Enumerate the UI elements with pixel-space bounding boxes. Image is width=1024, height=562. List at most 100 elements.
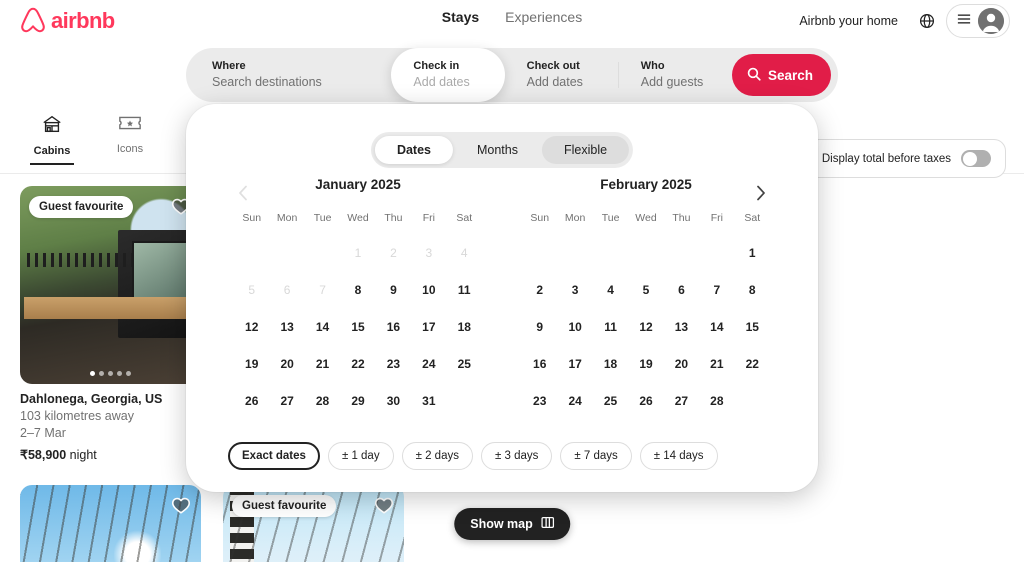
- calendar-day[interactable]: 3: [557, 271, 592, 308]
- search-checkin-field[interactable]: Check in Add dates: [391, 48, 505, 102]
- listing-photo[interactable]: Guest favourite: [223, 485, 404, 562]
- calendar-day[interactable]: 11: [447, 271, 482, 308]
- calendar-day[interactable]: 1: [735, 234, 770, 271]
- airbnb-search-page: Guest favourite Dahlonega, Georgia, US 103…: [0, 0, 1024, 562]
- calendar-day[interactable]: 23: [522, 382, 557, 419]
- calendar-day[interactable]: 6: [664, 271, 699, 308]
- calendar-day[interactable]: 23: [376, 345, 411, 382]
- calendar-day[interactable]: 4: [593, 271, 628, 308]
- calendar-day[interactable]: 18: [593, 345, 628, 382]
- calendar-day[interactable]: 24: [557, 382, 592, 419]
- calendar-day[interactable]: 13: [269, 308, 304, 345]
- calendar-day[interactable]: 8: [735, 271, 770, 308]
- calendar-day[interactable]: 11: [593, 308, 628, 345]
- calendar-day[interactable]: 19: [234, 345, 269, 382]
- calendar-day[interactable]: 2: [522, 271, 557, 308]
- profile-menu-button[interactable]: [946, 4, 1010, 38]
- airbnb-your-home-link[interactable]: Airbnb your home: [789, 6, 908, 36]
- calendar-day[interactable]: 12: [234, 308, 269, 345]
- calendar-day[interactable]: 10: [411, 271, 446, 308]
- carousel-dot[interactable]: [108, 371, 113, 376]
- calendar-day[interactable]: 22: [340, 345, 375, 382]
- calendar-day[interactable]: 13: [664, 308, 699, 345]
- calendar-day[interactable]: 29: [340, 382, 375, 419]
- calendar-day[interactable]: 17: [411, 308, 446, 345]
- calendar-day[interactable]: 27: [269, 382, 304, 419]
- calendar-day[interactable]: 21: [699, 345, 734, 382]
- calendar-day[interactable]: 10: [557, 308, 592, 345]
- weekday-wed: Wed: [635, 212, 657, 224]
- carousel-dot[interactable]: [99, 371, 104, 376]
- calendar-day-grid: 1 2 3 4 5 6 7 8 9 10 11 12 13 14 15 16 17 18 19 20 21 22 23 24 2…: [234, 234, 482, 419]
- category-label: Cabins: [33, 145, 71, 157]
- calendar-day[interactable]: 15: [735, 308, 770, 345]
- calendar-day[interactable]: 14: [699, 308, 734, 345]
- tab-dates[interactable]: Dates: [374, 136, 453, 164]
- calendar-day[interactable]: 17: [557, 345, 592, 382]
- tab-months[interactable]: Months: [455, 136, 540, 164]
- carousel-dot[interactable]: [126, 371, 131, 376]
- favourite-heart-icon[interactable]: [170, 494, 192, 516]
- calendar-day[interactable]: 14: [305, 308, 340, 345]
- calendar-day[interactable]: 27: [664, 382, 699, 419]
- carousel-dot[interactable]: [117, 371, 122, 376]
- flex-chip-0[interactable]: Exact dates: [228, 442, 320, 470]
- calendar-day[interactable]: 16: [522, 345, 557, 382]
- calendar-day[interactable]: 25: [447, 345, 482, 382]
- search-button[interactable]: Search: [731, 54, 831, 96]
- category-icons[interactable]: Icons: [108, 113, 152, 165]
- favourite-heart-icon[interactable]: [373, 494, 395, 516]
- search-checkout-field[interactable]: Check out Add dates: [505, 48, 618, 102]
- globe-icon[interactable]: [912, 6, 942, 36]
- cabin-icon: [41, 113, 63, 140]
- nav-link-experiences[interactable]: Experiences: [505, 9, 582, 25]
- tab-flexible[interactable]: Flexible: [541, 136, 630, 164]
- calendar-day[interactable]: 21: [305, 345, 340, 382]
- calendar-day[interactable]: 12: [628, 308, 663, 345]
- listing-card[interactable]: Guest favourite Dahlonega, Georgia, US 103…: [20, 186, 201, 465]
- listing-card[interactable]: [20, 485, 201, 562]
- calendar-day[interactable]: 9: [522, 308, 557, 345]
- flex-chip-1[interactable]: ± 1 day: [327, 442, 394, 470]
- listing-photo[interactable]: Guest favourite: [20, 186, 201, 384]
- calendar-day[interactable]: 5: [628, 271, 663, 308]
- search-where-field[interactable]: Where Search destinations: [186, 48, 391, 102]
- calendar-day[interactable]: 9: [376, 271, 411, 308]
- calendar-day[interactable]: 7: [699, 271, 734, 308]
- calendar-day[interactable]: 19: [628, 345, 663, 382]
- flex-chip-2[interactable]: ± 2 days: [401, 442, 473, 470]
- nav-link-stays[interactable]: Stays: [442, 9, 479, 25]
- calendar-day[interactable]: 15: [340, 308, 375, 345]
- calendar-day[interactable]: 26: [628, 382, 663, 419]
- calendar-day[interactable]: 31: [411, 382, 446, 419]
- search-who-field[interactable]: Who Add guests: [619, 48, 732, 102]
- photo-carousel-dots[interactable]: [20, 371, 201, 376]
- calendar-day[interactable]: 8: [340, 271, 375, 308]
- listing-distance: 103 kilometres away: [20, 409, 134, 423]
- display-total-before-taxes-control[interactable]: Display total before taxes: [806, 139, 1006, 178]
- category-cabins[interactable]: Cabins: [30, 113, 74, 165]
- calendar-day[interactable]: 26: [234, 382, 269, 419]
- calendar-day[interactable]: 28: [305, 382, 340, 419]
- checkin-value: Add dates: [413, 75, 470, 89]
- listing-photo[interactable]: [20, 485, 201, 562]
- calendar-day[interactable]: 20: [664, 345, 699, 382]
- calendar-day[interactable]: 16: [376, 308, 411, 345]
- taxes-toggle-switch[interactable]: [961, 150, 991, 167]
- calendar-day[interactable]: 18: [447, 308, 482, 345]
- flex-chip-3[interactable]: ± 3 days: [480, 442, 553, 470]
- calendar-day[interactable]: 24: [411, 345, 446, 382]
- carousel-dot[interactable]: [90, 371, 95, 376]
- calendar-day[interactable]: 30: [376, 382, 411, 419]
- flex-chip-4[interactable]: ± 7 days: [560, 442, 632, 470]
- show-map-button[interactable]: Show map: [454, 508, 570, 540]
- calendar-day[interactable]: 28: [699, 382, 734, 419]
- search-bar: Where Search destinations Check in Add d…: [186, 48, 838, 102]
- flex-chip-5[interactable]: ± 14 days: [639, 442, 718, 470]
- weekday-header-row: Sun Mon Tue Wed Thu Fri Sat: [522, 212, 770, 234]
- calendar-day[interactable]: 20: [269, 345, 304, 382]
- listing-card[interactable]: Guest favourite: [223, 485, 404, 562]
- calendar-day[interactable]: 25: [593, 382, 628, 419]
- calendar-day: 1: [354, 245, 362, 260]
- calendar-day[interactable]: 22: [735, 345, 770, 382]
